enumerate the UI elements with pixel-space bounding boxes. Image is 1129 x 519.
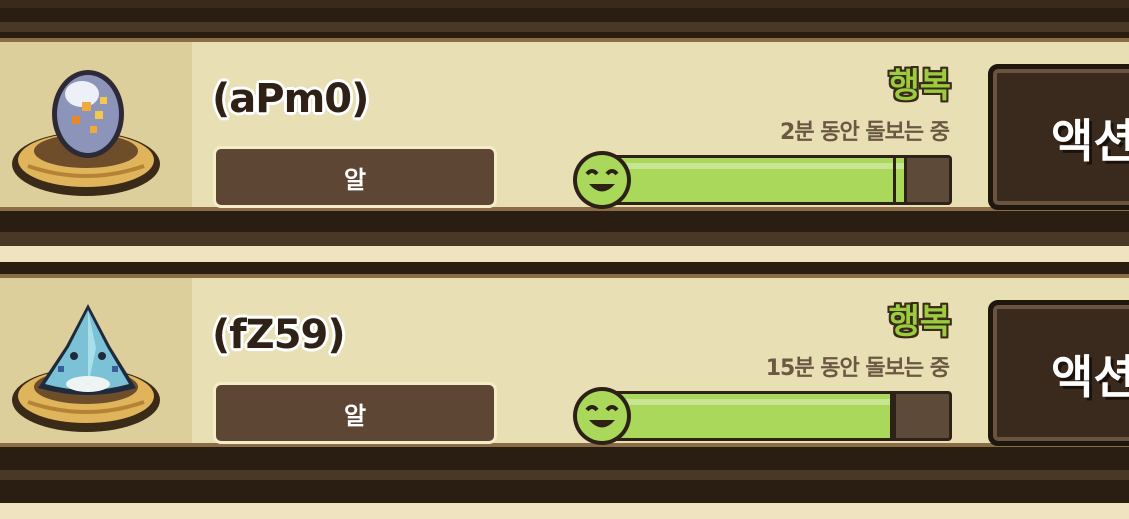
bottom-divider-light <box>0 503 1129 519</box>
middle-divider-light <box>0 246 1129 262</box>
mood-label: 행복 <box>888 302 951 342</box>
egg-in-nest-icon <box>12 70 160 196</box>
happiness-bar <box>598 155 952 205</box>
middle-divider <box>0 232 1129 246</box>
bottom-divider <box>0 470 1129 480</box>
action-button-label: 액션 <box>1051 114 1129 168</box>
happiness-bar <box>598 391 952 441</box>
action-button-label: 액션 <box>1051 350 1129 404</box>
happiness-bar-fill <box>601 158 908 202</box>
pet-type-badge: 알 <box>213 382 497 444</box>
action-button[interactable]: 액션 <box>988 64 1129 210</box>
care-status: 15분 동안 돌보는 중 <box>765 356 950 381</box>
bar-segment-divider <box>893 394 896 438</box>
pet-name: (aPm0) <box>212 76 369 122</box>
pet-card[interactable]: (aPm0) 알 행복 2분 동안 돌보는 중 액션 <box>0 38 1129 211</box>
pet-name: (fZ59) <box>212 312 346 358</box>
top-divider <box>0 22 1129 32</box>
mood-label: 행복 <box>888 66 951 106</box>
shark-egg-in-nest-icon <box>12 304 160 432</box>
bar-segment-divider <box>893 158 896 202</box>
pet-icon-panel <box>0 42 192 207</box>
care-status: 2분 동안 돌보는 중 <box>780 120 950 145</box>
top-border <box>0 0 1129 8</box>
happiness-bar-fill <box>601 394 894 438</box>
pet-icon-panel <box>0 278 192 443</box>
action-button[interactable]: 액션 <box>988 300 1129 446</box>
pet-type-badge: 알 <box>213 146 497 208</box>
pet-card[interactable]: (fZ59) 알 행복 15분 동안 돌보는 중 액션 <box>0 274 1129 447</box>
smiley-face-icon <box>573 387 631 445</box>
smiley-face-icon <box>573 151 631 209</box>
